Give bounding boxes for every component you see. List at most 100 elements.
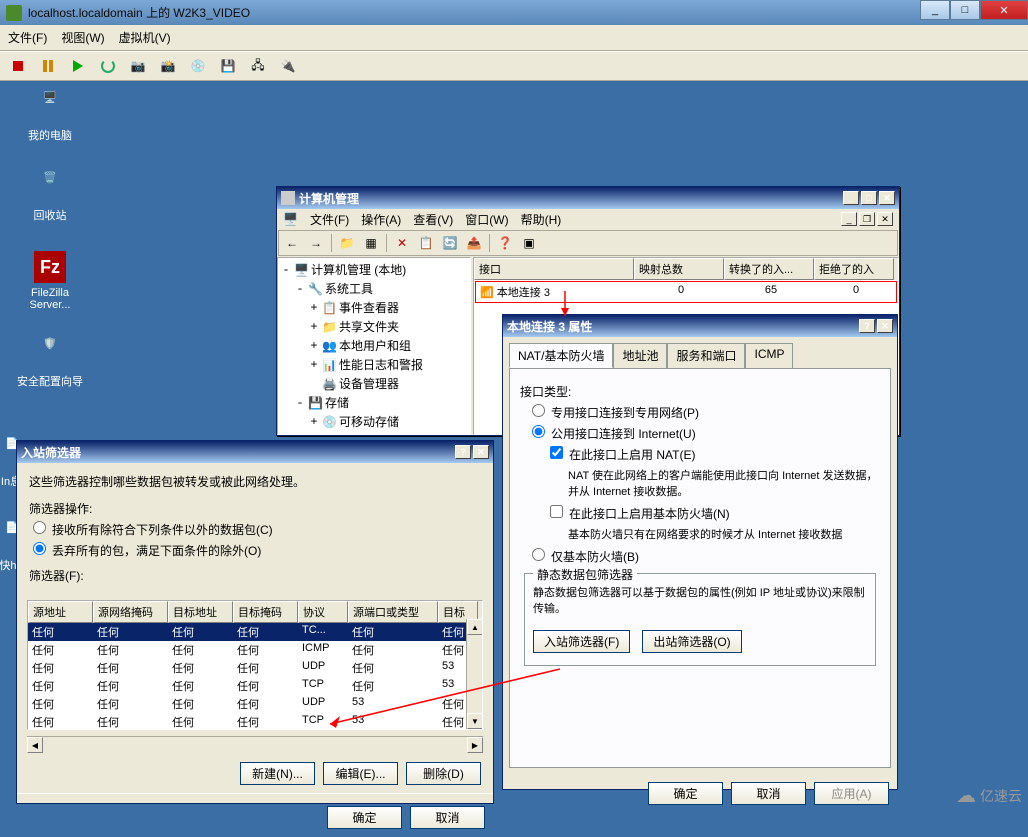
col-dst-mask[interactable]: 目标掩码 [233, 601, 298, 623]
radio-private[interactable] [532, 404, 545, 417]
toolbar-back-button[interactable]: ← [281, 233, 303, 253]
col-rejected[interactable]: 拒绝了的入 [814, 258, 894, 280]
toolbar-pause-button[interactable] [36, 54, 60, 78]
mmc-inner-close[interactable]: ✕ [877, 212, 893, 226]
toolbar-refresh-button[interactable]: 🔄 [439, 233, 461, 253]
menu-file[interactable]: 文件(F) [8, 29, 47, 46]
prop-titlebar[interactable]: 本地连接 3 属性 ? ✕ [503, 315, 897, 337]
mmc-inner-minimize[interactable]: _ [841, 212, 857, 226]
tree-storage[interactable]: -💾存储 [280, 393, 468, 412]
col-src-port[interactable]: 源端口或类型 [348, 601, 438, 623]
filter-row[interactable]: 任何任何任何任何TC...任何任何 [28, 623, 482, 641]
prop-close-button[interactable]: ✕ [877, 319, 893, 333]
tree-root[interactable]: -🖥️计算机管理 (本地) [280, 260, 468, 279]
filter-row[interactable]: 任何任何任何任何ICMP任何任何 [28, 641, 482, 659]
tree-system-tools[interactable]: -🔧系统工具 [280, 279, 468, 298]
tree-device-manager[interactable]: 🖨️设备管理器 [280, 374, 468, 393]
toolbar-help-button[interactable]: ❓ [494, 233, 516, 253]
col-src-addr[interactable]: 源地址 [28, 601, 93, 623]
tab-nat[interactable]: NAT/基本防火墙 [509, 343, 613, 368]
filter-scrollbar-vertical[interactable]: ▲ ▼ [466, 619, 482, 729]
filter-titlebar[interactable]: 入站筛选器 ? ✕ [17, 441, 493, 463]
inbound-filter-button[interactable]: 入站筛选器(F) [533, 630, 630, 653]
list-row-connection[interactable]: 📶 本地连接 3 0 65 0 [475, 281, 897, 303]
prop-help-button[interactable]: ? [859, 319, 875, 333]
toolbar-refresh-button[interactable] [96, 54, 120, 78]
toolbar-snapshot-button[interactable]: 📷 [126, 54, 150, 78]
host-close-button[interactable]: ✕ [980, 0, 1028, 20]
scroll-left-button[interactable]: ◀ [27, 737, 43, 753]
col-mapped[interactable]: 映射总数 [634, 258, 724, 280]
mmc-menu-help[interactable]: 帮助(H) [521, 211, 562, 228]
desktop-icon-my-computer[interactable]: 🖥️ 我的电脑 [12, 91, 88, 143]
outbound-filter-button[interactable]: 出站筛选器(O) [642, 630, 741, 653]
toolbar-network-button[interactable]: 🖧 [246, 54, 270, 78]
col-interface[interactable]: 接口 [474, 258, 634, 280]
mmc-menu-window[interactable]: 窗口(W) [465, 211, 508, 228]
filter-row[interactable]: 任何任何任何任何UDP53任何 [28, 695, 482, 713]
filter-cancel-button[interactable]: 取消 [410, 806, 485, 829]
col-incoming[interactable]: 转换了的入... [724, 258, 814, 280]
prop-cancel-button[interactable]: 取消 [731, 782, 806, 805]
desktop-icon-filezilla[interactable]: Fz FileZilla Server... [12, 251, 88, 311]
toolbar-camera-button[interactable]: 📸 [156, 54, 180, 78]
tree-shared-folders[interactable]: +📁共享文件夹 [280, 317, 468, 336]
tree-event-viewer[interactable]: +📋事件查看器 [280, 298, 468, 317]
checkbox-enable-firewall[interactable] [550, 505, 563, 518]
filter-scrollbar-horizontal[interactable]: ◀ ▶ [27, 736, 483, 752]
toolbar-up-button[interactable]: 📁 [336, 233, 358, 253]
toolbar-cd-button[interactable]: 💿 [186, 54, 210, 78]
filter-row[interactable]: 任何任何任何任何UDP任何53 [28, 659, 482, 677]
menu-vm[interactable]: 虚拟机(V) [119, 29, 171, 46]
mmc-menu-file[interactable]: 文件(F) [310, 211, 349, 228]
filter-row[interactable]: 任何任何任何任何TCP任何53 [28, 677, 482, 695]
tab-address-pool[interactable]: 地址池 [613, 343, 667, 368]
toolbar-forward-button[interactable]: → [305, 233, 327, 253]
menu-view[interactable]: 视图(W) [61, 29, 104, 46]
toolbar-export-button[interactable]: 📤 [463, 233, 485, 253]
mmc-minimize-button[interactable]: _ [843, 191, 859, 205]
filter-ok-button[interactable]: 确定 [327, 806, 402, 829]
scroll-right-button[interactable]: ▶ [467, 737, 483, 753]
filter-help-button[interactable]: ? [455, 445, 471, 459]
prop-ok-button[interactable]: 确定 [648, 782, 723, 805]
col-dst-addr[interactable]: 目标地址 [168, 601, 233, 623]
new-filter-button[interactable]: 新建(N)... [240, 762, 315, 785]
mmc-maximize-button[interactable]: □ [861, 191, 877, 205]
prop-apply-button[interactable]: 应用(A) [814, 782, 889, 805]
mmc-menu-view[interactable]: 查看(V) [413, 211, 453, 228]
scroll-up-button[interactable]: ▲ [467, 619, 483, 635]
mmc-inner-restore[interactable]: ❐ [859, 212, 875, 226]
toolbar-show-hide-button[interactable]: ▦ [360, 233, 382, 253]
tab-icmp[interactable]: ICMP [745, 343, 793, 368]
tab-services[interactable]: 服务和端口 [667, 343, 745, 368]
radio-drop-all[interactable] [33, 542, 46, 555]
edit-filter-button[interactable]: 编辑(E)... [323, 762, 398, 785]
toolbar-floppy-button[interactable]: 💾 [216, 54, 240, 78]
col-protocol[interactable]: 协议 [298, 601, 348, 623]
toolbar-usb-button[interactable]: 🔌 [276, 54, 300, 78]
filter-table[interactable]: 源地址 源网络掩码 目标地址 目标掩码 协议 源端口或类型 目标 任何任何任何任… [27, 600, 483, 730]
toolbar-properties-button[interactable]: 📋 [415, 233, 437, 253]
checkbox-enable-nat[interactable] [550, 446, 563, 459]
filter-row[interactable]: 任何任何任何任何TCP53任何 [28, 713, 482, 730]
radio-public[interactable] [532, 425, 545, 438]
tree-defrag[interactable]: 🔷磁盘碎片整理程序 [280, 431, 468, 435]
desktop-icon-security-config[interactable]: 🛡️ 安全配置向导 [12, 337, 88, 389]
mmc-tree[interactable]: -🖥️计算机管理 (本地) -🔧系统工具 +📋事件查看器 +📁共享文件夹 +👥本… [277, 257, 471, 435]
host-minimize-button[interactable]: _ [920, 0, 950, 20]
tree-local-users[interactable]: +👥本地用户和组 [280, 336, 468, 355]
toolbar-stop-button[interactable] [6, 54, 30, 78]
delete-filter-button[interactable]: 删除(D) [406, 762, 481, 785]
toolbar-delete-button[interactable]: ✕ [391, 233, 413, 253]
tree-perf-logs[interactable]: +📊性能日志和警报 [280, 355, 468, 374]
host-maximize-button[interactable]: □ [950, 0, 980, 20]
tree-removable[interactable]: +💿可移动存储 [280, 412, 468, 431]
toolbar-play-button[interactable] [66, 54, 90, 78]
mmc-menu-action[interactable]: 操作(A) [361, 211, 401, 228]
mmc-close-button[interactable]: ✕ [879, 191, 895, 205]
col-src-mask[interactable]: 源网络掩码 [93, 601, 168, 623]
scroll-down-button[interactable]: ▼ [467, 713, 483, 729]
mmc-menu-icon[interactable]: 🖥️ [283, 212, 298, 226]
radio-firewall-only[interactable] [532, 548, 545, 561]
